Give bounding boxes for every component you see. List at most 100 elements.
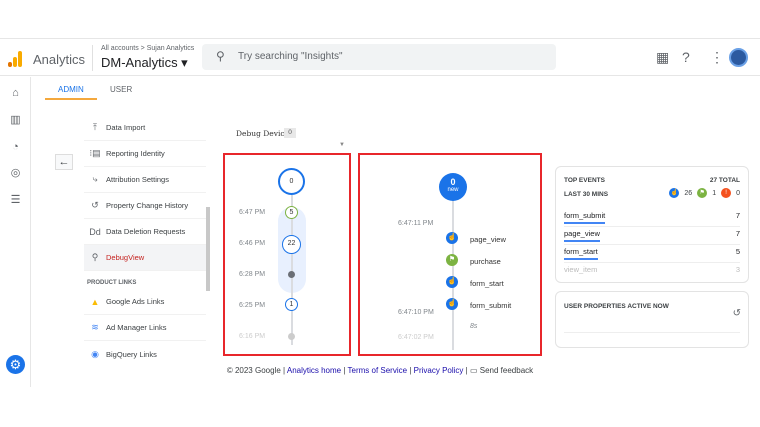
error-icon: ! <box>721 188 732 198</box>
event-form-start[interactable]: form_start <box>470 279 504 288</box>
time-gap: 8s <box>470 323 478 330</box>
property-selector[interactable]: DM-Analytics ▾ <box>101 55 188 71</box>
terms-link[interactable]: Terms of Service <box>348 366 408 375</box>
menu-label: Attribution Settings <box>106 175 169 184</box>
help-icon[interactable]: ? <box>682 49 690 65</box>
event-form-submit[interactable]: form_submit <box>470 301 511 310</box>
more-vert-icon[interactable]: ⋮ <box>710 49 724 66</box>
top-events-card: TOP EVENTS 27 TOTAL LAST 30 MINS ☝ 26 ⚑ 1 … <box>555 166 749 283</box>
menu-item-data-import[interactable]: ⤒ Data Import <box>84 115 206 141</box>
link-ad-manager[interactable]: ≋ Ad Manager Links <box>84 315 206 341</box>
user-event-icon: ☝ <box>669 188 680 198</box>
menu-item-property-change-history[interactable]: ↺ Property Change History <box>84 193 206 219</box>
configure-icon[interactable]: ☰ <box>9 195 22 206</box>
debug-device-label: Debug Device <box>236 129 289 138</box>
menu-item-data-deletion-requests[interactable]: Dd Data Deletion Requests <box>84 219 206 245</box>
send-feedback-link[interactable]: Send feedback <box>480 366 533 375</box>
menu-label: Reporting Identity <box>106 149 165 158</box>
apps-grid-icon[interactable]: ▦ <box>656 49 669 66</box>
menu-label: DebugView <box>106 253 145 262</box>
breadcrumb[interactable]: All accounts > Sujan Analytics <box>101 45 194 52</box>
card-title: USER PROPERTIES ACTIVE NOW <box>564 303 669 310</box>
main-content: ADMIN USER ← ⤒ Data Import ⁝▤ Reporting Id… <box>32 77 760 387</box>
identity-icon: ⁝▤ <box>89 148 101 158</box>
minute-time: 6:25 PM <box>239 302 266 309</box>
menu-label: BigQuery Links <box>106 349 157 359</box>
event-name: view_item <box>564 265 598 274</box>
home-icon[interactable]: ⌂ <box>9 88 22 99</box>
second-time: 6:47:11 PM <box>398 220 434 227</box>
separator: | <box>409 366 412 375</box>
event-page-view[interactable]: page_view <box>470 235 506 244</box>
separator: | <box>343 366 346 375</box>
active-tab-indicator <box>45 98 97 100</box>
event-purchase[interactable]: purchase <box>470 257 501 266</box>
top-event-row[interactable]: view_item 3 <box>564 263 740 281</box>
menu-label: Data Import <box>106 123 146 132</box>
tab-user[interactable]: USER <box>110 85 132 94</box>
minute-time: 6:46 PM <box>239 240 266 247</box>
explore-icon[interactable]: ◔ <box>9 142 22 153</box>
minute-time: 6:28 PM <box>239 271 266 278</box>
user-properties-card: USER PROPERTIES ACTIVE NOW ↺ <box>555 291 749 348</box>
event-name: form_start <box>564 247 598 260</box>
top-event-row[interactable]: form_start 5 <box>564 245 740 263</box>
device-dropdown-caret-icon[interactable]: ▼ <box>339 142 345 148</box>
copyright: © 2023 Google | <box>226 366 286 375</box>
history-icon: ↺ <box>91 200 99 210</box>
menu-item-debugview[interactable]: ⚲ DebugView <box>84 245 206 271</box>
analytics-home-link[interactable]: Analytics home <box>287 366 341 375</box>
section-heading: PRODUCT LINKS <box>87 280 137 286</box>
link-bigquery[interactable]: ◉ BigQuery Links <box>84 341 206 367</box>
seconds-stream: 0 new 6:47:11 PM ☝ page_view ⚑ purchase … <box>358 153 542 356</box>
user-event-icon: ☝ <box>446 298 458 310</box>
admin-menu: ⤒ Data Import ⁝▤ Reporting Identity ⤷ Attri… <box>84 115 206 367</box>
divider <box>564 332 740 333</box>
event-type-counts: ☝ 26 ⚑ 1 ! 0 <box>669 188 740 198</box>
top-event-row[interactable]: form_submit 7 <box>564 209 740 227</box>
event-name: page_view <box>564 229 600 242</box>
minute-dot[interactable] <box>288 333 295 340</box>
privacy-link[interactable]: Privacy Policy <box>414 366 464 375</box>
history-icon[interactable]: ↺ <box>733 308 741 319</box>
error-count: 0 <box>736 189 740 197</box>
debug-device-count[interactable]: 0 <box>284 128 296 138</box>
menu-scrollbar[interactable] <box>206 207 210 291</box>
avatar[interactable] <box>729 48 748 67</box>
attribution-icon: ⤷ <box>92 174 98 184</box>
minute-count[interactable]: 1 <box>285 298 298 311</box>
conversion-count: 1 <box>712 189 717 197</box>
advertising-icon[interactable]: ◎ <box>9 168 22 179</box>
event-count: 7 <box>735 211 740 220</box>
conversion-flag-icon: ⚑ <box>697 188 708 198</box>
minutes-stream: 0 6:47 PM 5 6:46 PM 22 6:28 PM 6:25 PM 1… <box>223 153 351 356</box>
footer: © 2023 Google | Analytics home | Terms o… <box>0 366 760 375</box>
new-events-count[interactable]: 0 new <box>439 173 467 201</box>
tab-admin[interactable]: ADMIN <box>58 85 84 94</box>
back-arrow-icon[interactable]: ← <box>55 154 73 170</box>
menu-item-attribution-settings[interactable]: ⤷ Attribution Settings <box>84 167 206 193</box>
event-name: form_submit <box>564 211 606 224</box>
timeline-line <box>452 195 454 350</box>
minute-dot[interactable] <box>288 271 295 278</box>
new-count: 0 <box>450 177 456 187</box>
feedback-icon: ▭ <box>469 366 478 375</box>
minute-top-count[interactable]: 0 <box>278 168 305 195</box>
minute-time: 6:47 PM <box>239 209 266 216</box>
analytics-logo[interactable] <box>8 51 24 67</box>
menu-label: Google Ads Links <box>106 297 165 306</box>
top-event-row[interactable]: page_view 7 <box>564 227 740 245</box>
minute-count[interactable]: 5 <box>285 206 298 219</box>
search-input[interactable]: ⚲ Try searching "Insights" <box>202 44 556 70</box>
debug-icon: ⚲ <box>91 252 99 262</box>
upload-icon: ⤒ <box>93 122 97 132</box>
minute-time: 6:16 PM <box>239 333 266 340</box>
card-title: TOP EVENTS <box>564 177 605 184</box>
top-header: Analytics All accounts > Sujan Analytics… <box>0 38 760 76</box>
minute-count[interactable]: 22 <box>282 235 301 254</box>
deletion-icon: Dd <box>89 226 101 237</box>
event-count: 3 <box>735 265 740 274</box>
reports-icon[interactable]: ▥ <box>9 115 22 126</box>
menu-item-reporting-identity[interactable]: ⁝▤ Reporting Identity <box>84 141 206 167</box>
link-google-ads[interactable]: ▲ Google Ads Links <box>84 289 206 315</box>
